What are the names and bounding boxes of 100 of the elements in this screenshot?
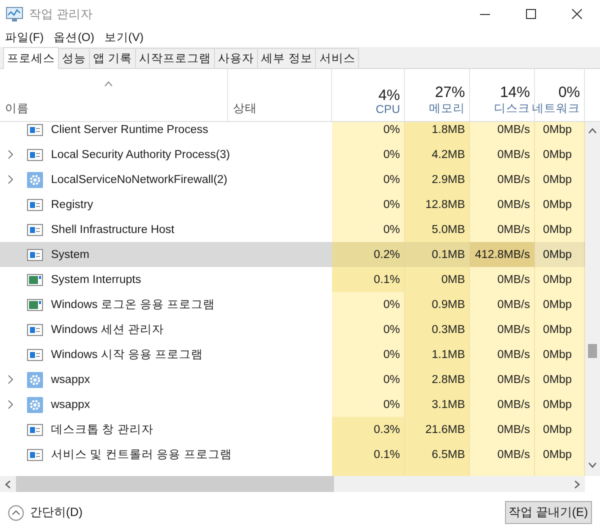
horizontal-scrollbar[interactable] [0,476,585,492]
close-icon[interactable] [572,9,582,19]
table-cell: 0MB [405,267,470,292]
process-row[interactable]: System 0.2% 0.1MB 412.8MB/s 0Mbp [0,242,585,267]
process-name: LocalServiceNoNetworkFirewall(2) [51,174,228,186]
table-cell: 0.2% [332,242,405,267]
window-title: 작업 관리자 [29,6,92,22]
gear-icon [27,172,43,188]
chevron-icon[interactable] [8,400,12,409]
table-cell: 0.9MB [405,292,470,317]
table-cell: 2.9MB [405,167,470,192]
process-name: Client Server Runtime Process [51,124,208,136]
column-header[interactable]: 상태 [228,69,332,121]
table-cell: 0% [332,392,405,417]
collapse-icon[interactable] [8,504,24,520]
table-cell: 4.2MB [405,142,470,167]
column-header[interactable]: 4% CPU [332,69,405,121]
process-row[interactable]: 서비스 및 컨트롤러 응용 프로그램 0.1% 6.5MB 0MB/s 0Mbp [0,442,585,467]
chevron-icon[interactable] [8,175,12,184]
scroll-left-icon[interactable] [4,480,12,488]
collapse-toggle[interactable]: 간단히(D) [8,504,83,521]
gear-icon [27,396,43,412]
table-cell: 0Mbp [535,267,585,292]
chevron-icon[interactable] [8,375,12,384]
column-header[interactable]: 27% 메모리 [405,69,470,121]
table-cell: 0.1% [332,442,405,467]
monitor-icon [6,6,23,22]
process-name: Windows 로그온 응용 프로그램 [51,298,216,312]
window-icon [27,346,43,362]
tab[interactable]: 서비스 [315,48,360,68]
maximize-icon[interactable] [526,9,536,19]
scroll-right-icon[interactable] [573,480,581,488]
table-cell: 0MB/s [470,217,535,242]
scroll-thumb[interactable] [588,344,597,358]
window-icon [27,446,43,462]
process-row[interactable]: Client Server Runtime Process 0% 1.8MB 0MB/s 0Mbp [0,122,585,142]
table-cell: 0.1MB [405,242,470,267]
table-cell: 0MB/s [470,392,535,417]
table-cell: 0Mbp [535,142,585,167]
window-icon [27,422,43,438]
table-cell: 0% [332,192,405,217]
table-cell: 0MB/s [470,142,535,167]
table-cell: 0MB/s [470,342,535,367]
table-cell: 0MB/s [470,367,535,392]
table-cell: 0MB/s [470,417,535,442]
table-cell: 0% [332,142,405,167]
table-cell: 0Mbp [535,217,585,242]
process-row[interactable]: Windows 로그온 응용 프로그램 0% 0.9MB 0MB/s 0Mbp [0,292,585,317]
process-name: wsappx [51,398,90,410]
table-cell: 0MB/s [470,292,535,317]
window-icon [27,246,43,262]
menu-item[interactable]: 파일(F) [5,30,44,45]
process-row[interactable]: wsappx 0% 3.1MB 0MB/s 0Mbp [0,392,585,417]
table-cell: 0Mbp [535,292,585,317]
table-cell: 0.3MB [405,317,470,342]
process-row[interactable]: System Interrupts 0.1% 0MB 0MB/s 0Mbp [0,267,585,292]
vertical-scrollbar[interactable] [585,122,600,476]
window-icon [27,146,43,162]
process-row[interactable]: Shell Infrastructure Host 0% 5.0MB 0MB/s 0Mbp [0,217,585,242]
process-row[interactable]: Registry 0% 12.8MB 0MB/s 0Mbp [0,192,585,217]
table-cell: 1.1MB [405,342,470,367]
tab[interactable]: 프로세스 [3,47,59,69]
process-row[interactable]: LocalServiceNoNetworkFirewall(2) 0% 2.9MB 0MB/s 0Mbp [0,167,585,192]
scroll-thumb[interactable] [16,476,334,492]
table-cell: 0Mbp [535,192,585,217]
column-header[interactable]: 이름 [0,69,228,121]
window-icon [27,122,43,138]
table-cell: 0Mbp [535,417,585,442]
process-row[interactable]: Windows 세션 관리자 0% 0.3MB 0MB/s 0Mbp [0,317,585,342]
process-row[interactable]: Local Security Authority Process(3) 0% 4.2MB 0MB/s 0Mbp [0,142,585,167]
process-row[interactable]: 데스크톱 창 관리자 0.3% 21.6MB 0MB/s 0Mbp [0,417,585,442]
window-icon [27,196,43,212]
process-name: 데스크톱 창 관리자 [51,423,154,437]
scroll-down-icon[interactable] [588,462,597,468]
table-cell: 0.3% [332,417,405,442]
process-name: Shell Infrastructure Host [51,224,174,236]
process-name: 서비스 및 컨트롤러 응용 프로그램 [51,448,232,462]
end-task-button[interactable]: 작업 끝내기(E) [504,501,592,524]
process-name: Local Security Authority Process(3) [51,148,230,160]
menu-item[interactable]: 옵션(O) [54,30,94,45]
process-name: wsappx [51,374,90,386]
table-cell: 0Mbp [535,392,585,417]
table-cell: 12.8MB [405,192,470,217]
process-row[interactable]: wsappx 0% 2.8MB 0MB/s 0Mbp [0,367,585,392]
table-cell: 2.8MB [405,367,470,392]
menu-item[interactable]: 보기(V) [104,30,144,45]
scroll-up-icon[interactable] [588,128,597,134]
window-icon [27,322,43,338]
column-header[interactable]: 0% 네트워크 [535,69,585,121]
table-cell: 0Mbp [535,122,585,142]
sort-caret-icon [104,81,113,87]
chevron-icon[interactable] [8,150,12,159]
table-cell: 5.0MB [405,217,470,242]
table-cell: 0MB/s [470,122,535,142]
process-name: System [51,248,90,260]
table-cell: 0Mbp [535,367,585,392]
table-cell: 0% [332,292,405,317]
process-row[interactable]: Windows 시작 응용 프로그램 0% 1.1MB 0MB/s 0Mbp [0,342,585,367]
table-cell: 0MB/s [470,442,535,467]
table-cell: 0Mbp [535,442,585,467]
